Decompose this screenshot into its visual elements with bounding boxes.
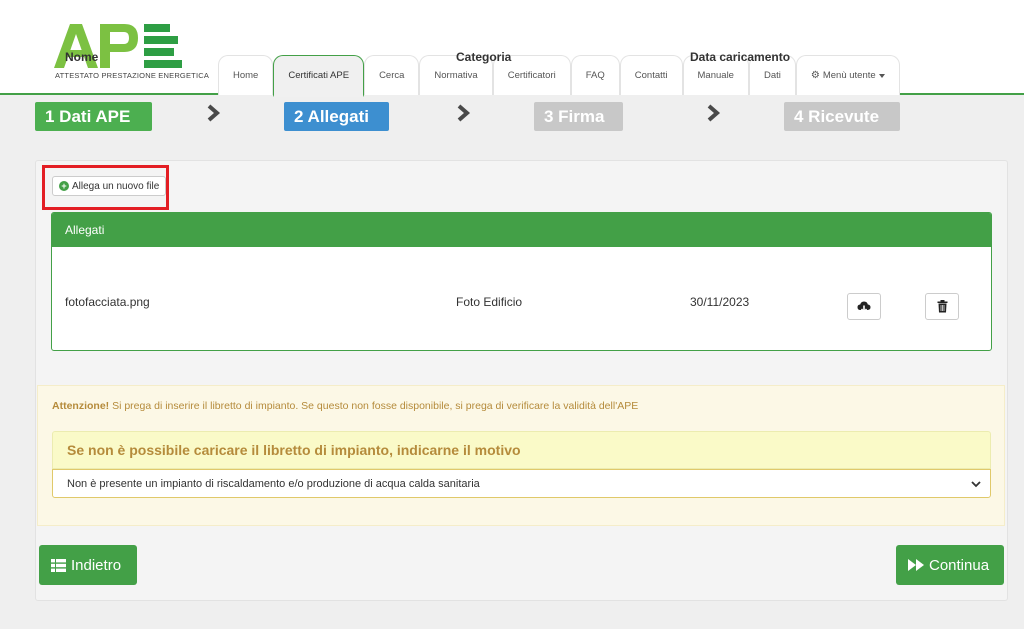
step-label: 4 Ricevute [794,106,880,126]
tab-label: Normativa [434,70,478,81]
tab-label: Contatti [634,70,668,81]
delete-button[interactable] [925,293,959,320]
chevron-right-icon [705,103,721,123]
warning-strong: Attenzione! [52,400,110,412]
cell-data: 30/11/2023 [690,295,750,309]
tab-label: Dati [763,70,781,81]
header: ATTESTATO PRESTAZIONE ENERGETICA Home Ce… [0,0,1024,97]
tab-contatti[interactable]: Contatti [619,55,683,95]
tab-label: Certificatori [507,70,556,81]
reason-title: Se non è possibile caricare il libretto … [67,442,521,458]
tab-menu-utente[interactable]: ⚙ Menù utente [795,55,900,95]
tab-home[interactable]: Home [218,55,274,95]
fast-forward-icon [908,559,924,571]
logo-subtitle: ATTESTATO PRESTAZIONE ENERGETICA [55,71,210,80]
back-button-label: Indietro [71,556,122,574]
cell-categoria: Foto Edificio [456,295,523,309]
attachments-card: Allegati [51,212,992,351]
chevron-right-icon [455,103,471,123]
list-icon [51,558,66,572]
attachments-title: Allegati [52,213,991,247]
column-header-data: Data caricamento [690,50,791,64]
back-button[interactable]: Indietro [39,545,137,585]
continue-button[interactable]: Continua [896,545,1004,585]
download-button[interactable] [847,293,881,320]
tab-label: Cerca [379,70,405,81]
cell-nome: fotofacciata.png [65,295,150,309]
caret-down-icon [878,73,885,78]
column-header-categoria: Categoria [456,50,512,64]
plus-circle-icon: + [59,181,69,191]
attach-file-button[interactable]: + Allega un nuovo file [52,176,167,196]
chevron-right-icon [205,103,221,123]
tab-label: FAQ [585,70,605,81]
tab-label: Certificati APE [288,70,350,81]
tab-label: Menù utente [822,70,876,81]
step-firma: 3 Firma [534,102,623,131]
warning-message: Attenzione! Si prega di inserire il libr… [52,400,638,412]
step-dati-ape[interactable]: 1 Dati APE [35,102,152,131]
chevron-down-icon [971,481,981,488]
tab-label: Manuale [697,70,734,81]
step-label: 2 Allegati [294,106,369,126]
main-nav: Home Certificati APE Cerca Normativa Cer… [218,55,900,97]
gear-icon: ⚙ [810,70,820,81]
step-allegati[interactable]: 2 Allegati [284,102,389,131]
reason-select[interactable]: Non è presente un impianto di riscaldame… [52,469,991,498]
column-header-nome: Nome [65,50,99,64]
trash-icon [937,300,947,313]
tab-faq[interactable]: FAQ [570,55,620,95]
tab-label: Home [233,70,259,81]
tab-cerca[interactable]: Cerca [364,55,420,95]
continue-button-label: Continua [929,556,990,574]
cloud-download-icon [857,301,871,313]
reason-selected-value: Non è presente un impianto di riscaldame… [67,477,480,490]
step-ricevute: 4 Ricevute [784,102,900,131]
warning-body: Si prega di inserire il libretto di impi… [109,400,639,412]
tab-certificati-ape[interactable]: Certificati APE [273,55,365,97]
step-label: 1 Dati APE [45,106,131,126]
step-label: 3 Firma [544,106,605,126]
attach-button-label: Allega un nuovo file [72,180,160,192]
